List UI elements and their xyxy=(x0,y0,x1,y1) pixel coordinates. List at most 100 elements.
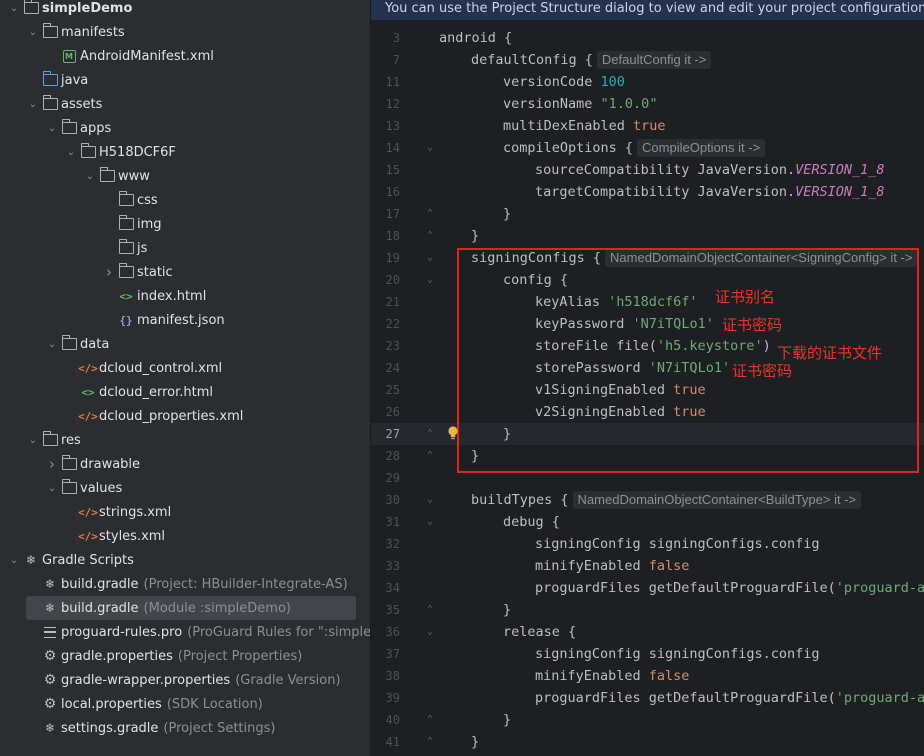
tree-item-dcloudcontrol[interactable]: </> dcloud_control.xml xyxy=(0,356,370,380)
expand-arrow-down-icon[interactable]: ⌄ xyxy=(64,147,78,158)
tree-item-label: build.gradle xyxy=(61,576,139,592)
code-line-31[interactable]: 31 ⌄ debug { xyxy=(371,511,924,533)
fold-close-icon[interactable]: ⌃ xyxy=(424,599,436,621)
tree-item-buildproject[interactable]: ❄ build.gradle (Project: HBuilder-Integrat… xyxy=(0,572,370,596)
tree-item-label: styles.xml xyxy=(99,528,166,544)
fold-close-icon[interactable]: ⌃ xyxy=(424,203,436,225)
project-structure-banner[interactable]: You can use the Project Structure dialog… xyxy=(371,0,924,20)
tree-item-index[interactable]: <> index.html xyxy=(0,284,370,308)
expand-arrow-down-icon[interactable]: ⌄ xyxy=(83,171,97,182)
tree-item-dclouderror[interactable]: <> dcloud_error.html xyxy=(0,380,370,404)
fold-open-icon[interactable]: ⌄ xyxy=(424,511,436,533)
fold-open-icon[interactable]: ⌄ xyxy=(424,137,436,159)
tree-item-buildmodule[interactable]: ❄ build.gradle (Module :simpleDemo) xyxy=(26,596,356,620)
code-token: "1.0.0" xyxy=(600,96,658,112)
fold-close-icon[interactable]: ⌃ xyxy=(424,709,436,731)
code-line-17[interactable]: 17 ⌃} xyxy=(371,203,924,225)
code-line-16[interactable]: 16 targetCompatibility JavaVersion.VERSIO… xyxy=(371,181,924,203)
tree-item-settingsgradle[interactable]: ❄ settings.gradle (Project Settings) xyxy=(0,716,370,740)
tree-item-java[interactable]: java xyxy=(0,68,370,92)
code-line-34[interactable]: 34 proguardFiles getDefaultProguardFile('… xyxy=(371,577,924,599)
expand-arrow-down-icon[interactable]: ⌄ xyxy=(45,339,59,350)
fold-open-icon[interactable]: ⌄ xyxy=(424,247,436,269)
code-line-39[interactable]: 39 proguardFiles getDefaultProguardFile('… xyxy=(371,687,924,709)
code-line-33[interactable]: 33 minifyEnabled false xyxy=(371,555,924,577)
expand-arrow-down-icon[interactable]: ⌄ xyxy=(45,123,59,134)
tree-item-hint: (Project Settings) xyxy=(163,720,276,736)
fold-close-icon[interactable]: ⌃ xyxy=(424,731,436,753)
expand-arrow-down-icon[interactable]: ⌄ xyxy=(7,555,21,566)
tree-item-values[interactable]: ⌄ values xyxy=(0,476,370,500)
code-line-18[interactable]: 18 ⌃} xyxy=(371,225,924,247)
code-line-22[interactable]: 22 keyPassword 'N7iTQLo1' xyxy=(371,313,924,335)
lightbulb-icon[interactable] xyxy=(447,425,459,441)
tree-item-localprops[interactable]: ⚙ local.properties (SDK Location) xyxy=(0,692,370,716)
code-line-26[interactable]: 26 v2SigningEnabled true xyxy=(371,401,924,423)
tree-item-js[interactable]: js xyxy=(0,236,370,260)
code-line-29[interactable]: 29 xyxy=(371,467,924,489)
code-line-30[interactable]: 30 ⌄ buildTypes {NamedDomainObjectContaine… xyxy=(371,489,924,511)
tree-item-assets[interactable]: ⌄ assets xyxy=(0,92,370,116)
code-line-37[interactable]: 37 signingConfig signingConfigs.config xyxy=(371,643,924,665)
tree-item-gradleprops[interactable]: ⚙ gradle.properties (Project Properties) xyxy=(0,644,370,668)
expand-arrow-right-icon[interactable]: › xyxy=(45,455,59,473)
tree-item-gradlescripts[interactable]: ⌄ ❄ Gradle Scripts xyxy=(0,548,370,572)
fold-close-icon[interactable]: ⌃ xyxy=(424,423,436,445)
tree-item-data[interactable]: ⌄ data xyxy=(0,332,370,356)
expand-arrow-down-icon[interactable]: ⌄ xyxy=(26,99,40,110)
code-line-15[interactable]: 15 sourceCompatibility JavaVersion.VERSIO… xyxy=(371,159,924,181)
expand-arrow-down-icon[interactable]: ⌄ xyxy=(45,483,59,494)
code-line-36[interactable]: 36 ⌄ release { xyxy=(371,621,924,643)
project-tree-panel[interactable]: ⌄ simpleDemo ⌄ manifests M AndroidManifest.xm… xyxy=(0,0,370,756)
tree-item-apps[interactable]: ⌄ apps xyxy=(0,116,370,140)
code-text: } xyxy=(471,731,479,753)
tree-item-css[interactable]: css xyxy=(0,188,370,212)
tree-item-proguard[interactable]: proguard-rules.pro (ProGuard Rules for ":… xyxy=(0,620,370,644)
code-line-25[interactable]: 25 v1SigningEnabled true xyxy=(371,379,924,401)
tree-item-res[interactable]: ⌄ res xyxy=(0,428,370,452)
code-line-14[interactable]: 14 ⌄ compileOptions {CompileOptions it -> xyxy=(371,137,924,159)
code-line-19[interactable]: 19 ⌄ signingConfigs {NamedDomainObjectCont… xyxy=(371,247,924,269)
code-line-20[interactable]: 20 ⌄ config { xyxy=(371,269,924,291)
tree-item-androidmanifest[interactable]: M AndroidManifest.xml xyxy=(0,44,370,68)
tree-item-static[interactable]: › static xyxy=(0,260,370,284)
tree-item-www[interactable]: ⌄ www xyxy=(0,164,370,188)
tree-item-strings[interactable]: </> strings.xml xyxy=(0,500,370,524)
annotation-store-password: 证书密码 xyxy=(732,362,793,380)
gradle-icon: ❄ xyxy=(44,601,56,615)
code-token: 'h518dcf6f' xyxy=(608,294,698,310)
tree-item-manifests[interactable]: ⌄ manifests xyxy=(0,20,370,44)
tree-item-styles[interactable]: </> styles.xml xyxy=(0,524,370,548)
code-line-41[interactable]: 41 ⌃} xyxy=(371,731,924,753)
code-line-35[interactable]: 35 ⌃} xyxy=(371,599,924,621)
fold-close-icon[interactable]: ⌃ xyxy=(424,225,436,247)
expand-arrow-right-icon[interactable]: › xyxy=(102,263,116,281)
code-line-13[interactable]: 13 multiDexEnabled true xyxy=(371,115,924,137)
code-line-38[interactable]: 38 minifyEnabled false xyxy=(371,665,924,687)
code-line-32[interactable]: 32 signingConfig signingConfigs.config xyxy=(371,533,924,555)
fold-open-icon[interactable]: ⌄ xyxy=(424,489,436,511)
expand-arrow-down-icon[interactable]: ⌄ xyxy=(26,27,40,38)
code-line-3[interactable]: 3 android { xyxy=(371,27,924,49)
expand-arrow-down-icon[interactable]: ⌄ xyxy=(7,3,21,14)
code-line-11[interactable]: 11 versionCode 100 xyxy=(371,71,924,93)
expand-arrow-down-icon[interactable]: ⌄ xyxy=(26,435,40,446)
code-line-7[interactable]: 7 defaultConfig {DefaultConfig it -> xyxy=(371,49,924,71)
tree-item-drawable[interactable]: › drawable xyxy=(0,452,370,476)
tree-item-img[interactable]: img xyxy=(0,212,370,236)
code-token: versionName xyxy=(503,96,601,112)
fold-open-icon[interactable]: ⌄ xyxy=(424,269,436,291)
tree-item-root[interactable]: ⌄ simpleDemo xyxy=(0,0,370,20)
tree-item-wrapperprops[interactable]: ⚙ gradle-wrapper.properties (Gradle Versio… xyxy=(0,668,370,692)
tree-item-manifestjson[interactable]: {} manifest.json xyxy=(0,308,370,332)
fold-close-icon[interactable]: ⌃ xyxy=(424,445,436,467)
fold-open-icon[interactable]: ⌄ xyxy=(424,621,436,643)
code-line-40[interactable]: 40 ⌃} xyxy=(371,709,924,731)
tree-item-dcloudprops[interactable]: </> dcloud_properties.xml xyxy=(0,404,370,428)
tree-item-h518[interactable]: ⌄ H518DCF6F xyxy=(0,140,370,164)
code-editor[interactable]: 3 android {7 defaultConfig {DefaultConfig … xyxy=(371,20,924,756)
code-line-12[interactable]: 12 versionName "1.0.0" xyxy=(371,93,924,115)
settings-icon: ⚙ xyxy=(43,648,57,664)
code-line-28[interactable]: 28 ⌃} xyxy=(371,445,924,467)
code-line-21[interactable]: 21 keyAlias 'h518dcf6f' xyxy=(371,291,924,313)
